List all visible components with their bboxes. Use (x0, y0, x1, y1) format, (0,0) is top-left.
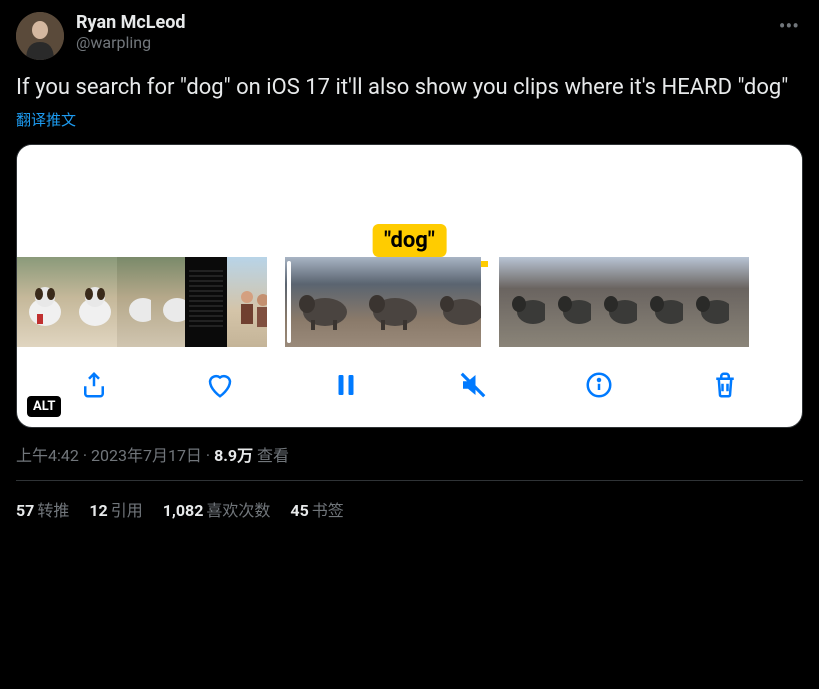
thumbnail[interactable] (151, 257, 185, 347)
thumbnail[interactable] (591, 257, 637, 347)
media-card: "dog" (16, 144, 803, 428)
thumbnail[interactable] (637, 257, 683, 347)
media-toolbar (17, 347, 802, 427)
tweet-text: If you search for "dog" on iOS 17 it'll … (16, 74, 803, 103)
handle[interactable]: @warpling (76, 33, 186, 52)
tweet-time[interactable]: 上午4:42 (16, 446, 79, 465)
thumbnail[interactable] (285, 257, 355, 347)
thumbnail[interactable] (729, 257, 749, 347)
tweet-stats: 57转推 12引用 1,082喜欢次数 45书签 (16, 481, 803, 521)
quotes-stat[interactable]: 12引用 (89, 497, 142, 521)
likes-stat[interactable]: 1,082喜欢次数 (163, 497, 271, 521)
translate-link[interactable]: 翻译推文 (16, 109, 803, 130)
thumbnail[interactable] (683, 257, 729, 347)
mute-icon[interactable] (457, 369, 489, 401)
tweet-container: Ryan McLeod @warpling ••• If you search … (0, 0, 819, 533)
thumbnail[interactable] (227, 257, 267, 347)
info-icon[interactable] (583, 369, 615, 401)
trash-icon[interactable] (709, 369, 741, 401)
more-options-icon[interactable]: ••• (775, 12, 803, 40)
clip-group-3[interactable] (499, 257, 749, 347)
thumbnail[interactable] (17, 257, 67, 347)
retweets-stat[interactable]: 57转推 (16, 497, 69, 521)
thumbnail[interactable] (425, 257, 481, 347)
alt-badge[interactable]: ALT (27, 396, 61, 417)
media-caption-area: "dog" (17, 145, 802, 257)
bookmarks-stat[interactable]: 45书签 (290, 497, 343, 521)
pause-icon[interactable] (330, 369, 362, 401)
thumbnail[interactable] (185, 257, 227, 347)
thumbnail[interactable] (355, 257, 425, 347)
avatar[interactable] (16, 12, 64, 60)
views-label: 查看 (253, 446, 289, 465)
clip-group-1[interactable] (17, 257, 267, 347)
caption-chip: "dog" (372, 224, 447, 257)
clip-group-2[interactable] (285, 257, 481, 347)
playhead[interactable] (287, 261, 291, 343)
thumbnail[interactable] (499, 257, 545, 347)
display-name[interactable]: Ryan McLeod (76, 12, 186, 33)
share-icon[interactable] (78, 369, 110, 401)
tweet-meta: 上午4:42 · 2023年7月17日 · 8.9万 查看 (16, 442, 803, 481)
heart-icon[interactable] (204, 369, 236, 401)
tweet-date[interactable]: 2023年7月17日 (91, 446, 202, 465)
thumbnail[interactable] (117, 257, 151, 347)
author-names: Ryan McLeod @warpling (76, 12, 186, 52)
video-timeline[interactable] (17, 257, 802, 347)
thumbnail[interactable] (67, 257, 117, 347)
thumbnail[interactable] (545, 257, 591, 347)
views-count[interactable]: 8.9万 (214, 446, 253, 465)
tweet-header: Ryan McLeod @warpling ••• (16, 12, 803, 60)
